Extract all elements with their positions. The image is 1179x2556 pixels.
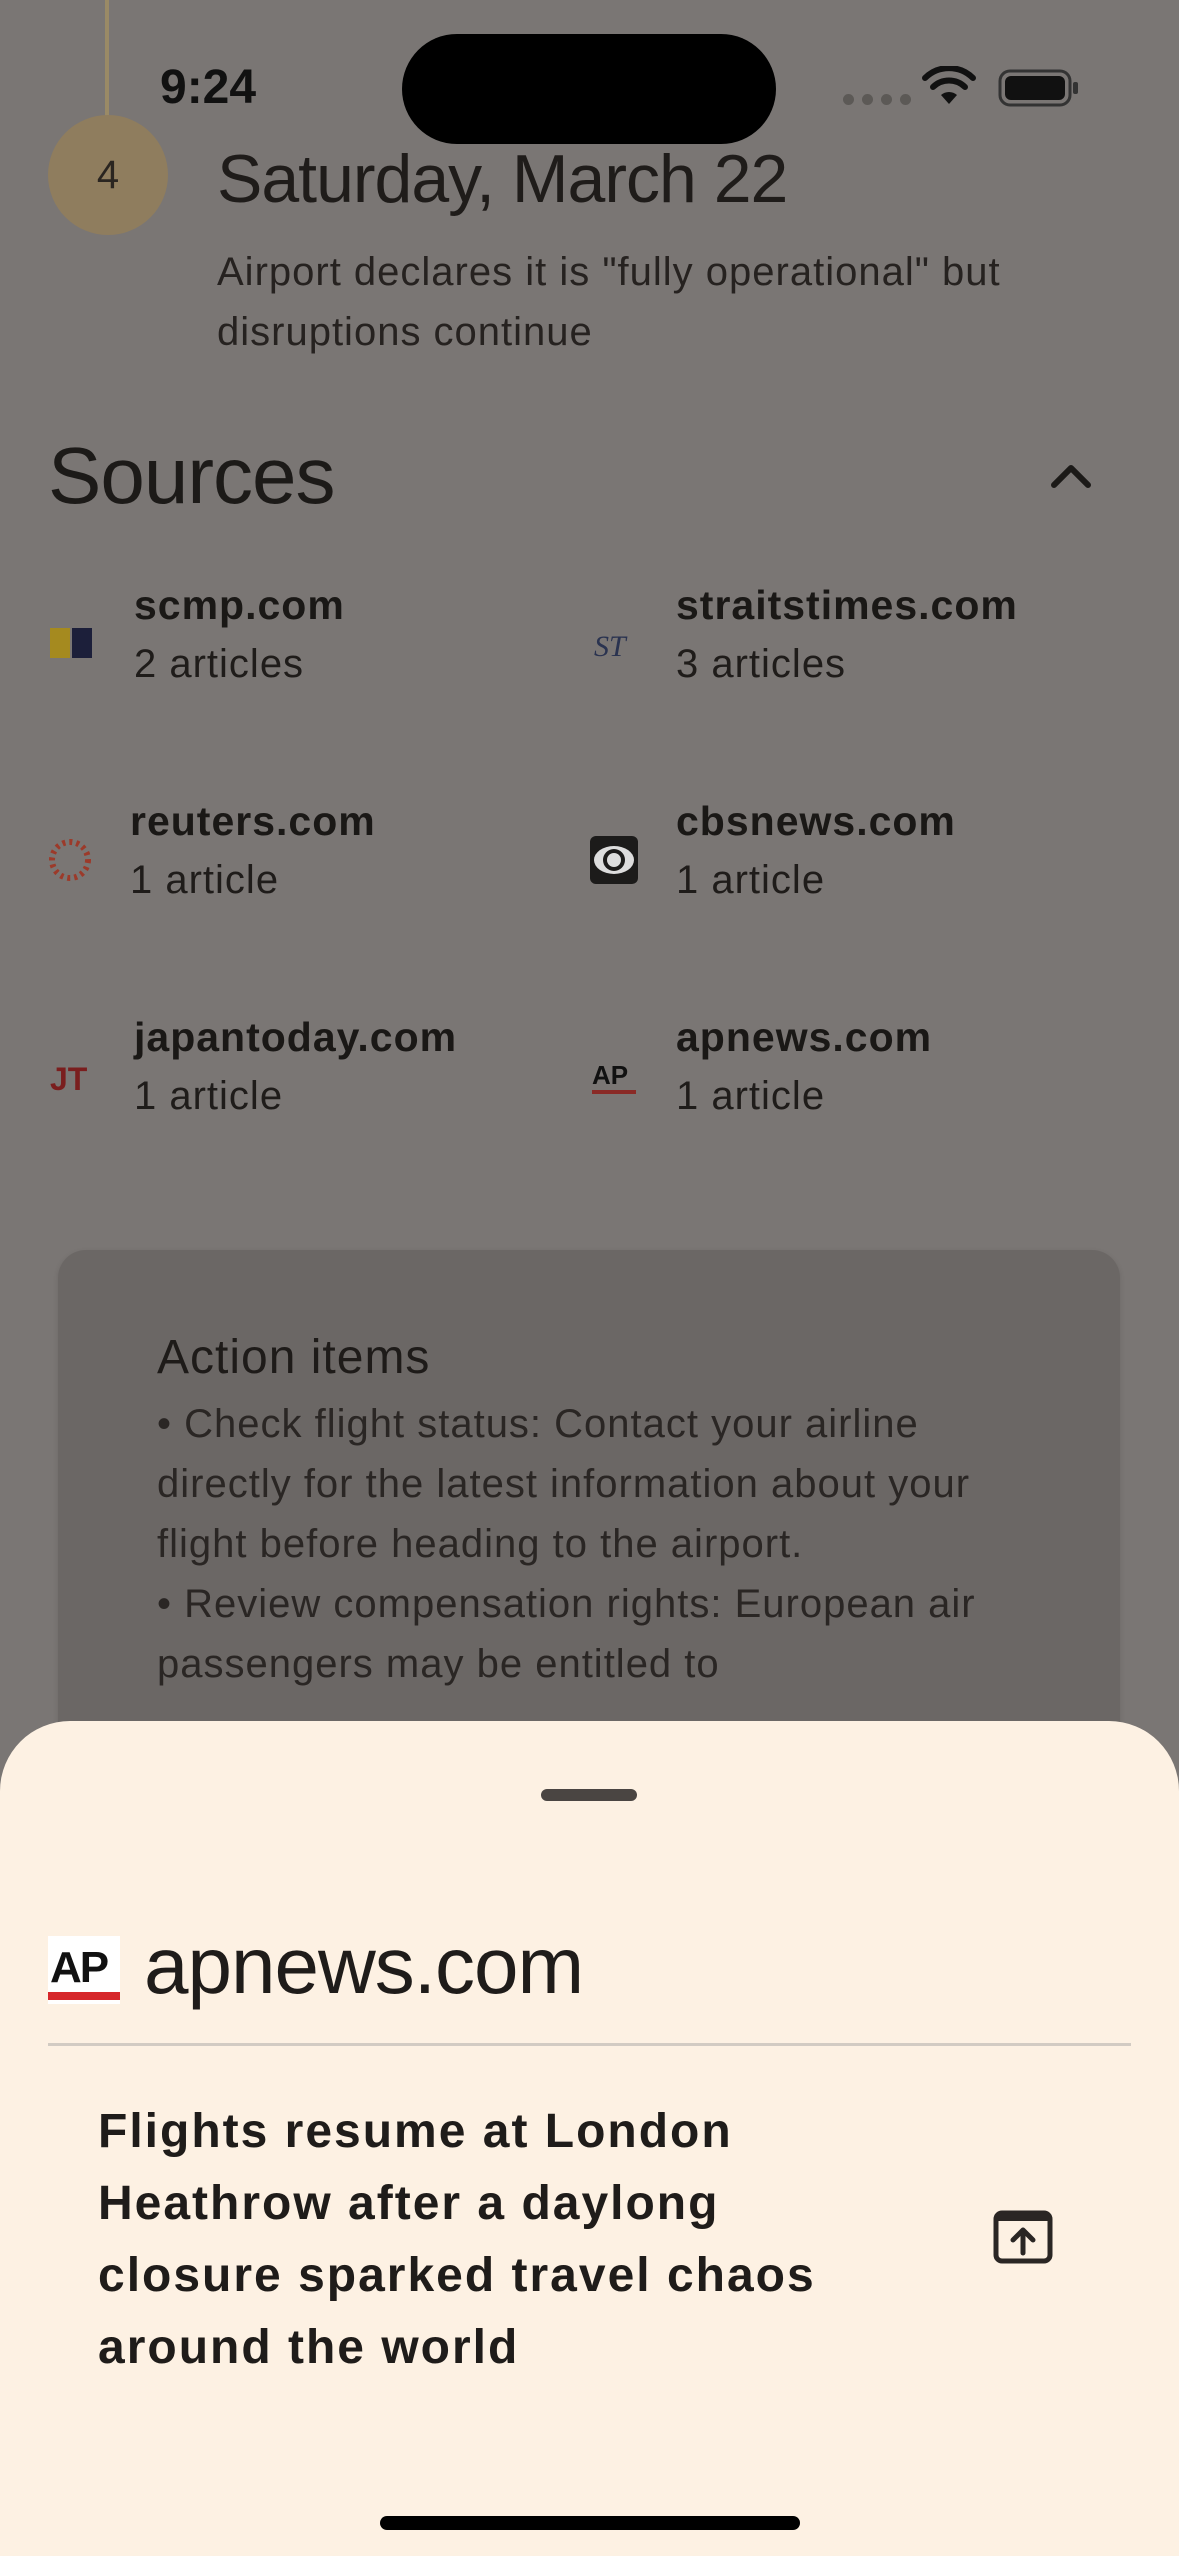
source-count: 2 articles [134,642,305,686]
timeline-step-number: 4 [96,152,120,197]
sheet-divider [48,2043,1131,2046]
svg-text:JT: JT [50,1061,88,1097]
source-item-straitstimes[interactable]: ST straitstimes.com 3 articles [590,582,1070,712]
source-count: 3 articles [676,642,847,686]
timeline-date: Saturday, March 22 [217,141,788,217]
svg-text:AP: AP [592,1060,628,1090]
source-name: scmp.com [134,582,345,628]
sheet-drag-handle[interactable] [541,1789,637,1801]
source-count: 1 article [134,1074,284,1118]
cbs-eye-logo-icon [590,836,638,884]
timeline-connector [105,0,109,120]
straitstimes-logo-icon: ST [594,630,628,663]
sheet-source-domain: apnews.com [144,1921,584,2010]
battery-icon [998,69,1078,107]
source-item-reuters[interactable]: reuters.com 1 article [48,798,528,928]
action-items-title: Action items [157,1331,431,1384]
source-item-apnews[interactable]: AP apnews.com 1 article [590,1014,1070,1144]
home-indicator[interactable] [380,2516,800,2530]
source-count: 1 article [676,858,826,902]
source-count: 1 article [130,858,280,902]
source-name: cbsnews.com [676,798,956,844]
source-item-scmp[interactable]: scmp.com 2 articles [48,582,528,712]
source-name: straitstimes.com [676,582,1018,628]
action-items-list: • Check flight status: Contact your airl… [157,1394,1017,1694]
action-item: • Review compensation rights: European a… [157,1582,976,1686]
svg-text:AP: AP [50,1943,108,1992]
japantoday-logo-icon: JT [50,1061,88,1097]
source-name: japantoday.com [134,1014,458,1060]
chevron-up-icon[interactable] [1046,455,1096,495]
dynamic-island [402,34,776,144]
ap-logo-icon: AP [592,1060,636,1094]
svg-text:ST: ST [594,630,628,663]
status-time: 9:24 [160,61,257,114]
source-count: 1 article [676,1074,826,1118]
source-item-cbsnews[interactable]: cbsnews.com 1 article [590,798,1070,928]
scmp-logo-icon [50,628,92,658]
open-external-icon[interactable] [992,2209,1054,2265]
action-item: • Check flight status: Contact your airl… [157,1402,971,1566]
source-item-japantoday[interactable]: JT japantoday.com 1 article [48,1014,528,1144]
source-name: apnews.com [676,1014,933,1060]
cellular-signal-icon [843,94,911,105]
article-headline[interactable]: Flights resume at London Heathrow after … [98,2096,898,2384]
timeline-description: Airport declares it is "fully operationa… [217,250,1001,354]
timeline-step-badge: 4 [48,115,168,235]
sources-heading: Sources [48,431,335,520]
wifi-icon [922,66,976,104]
reuters-logo-icon [49,839,91,881]
source-name: reuters.com [130,798,376,844]
ap-logo-icon: AP [48,1936,120,2004]
